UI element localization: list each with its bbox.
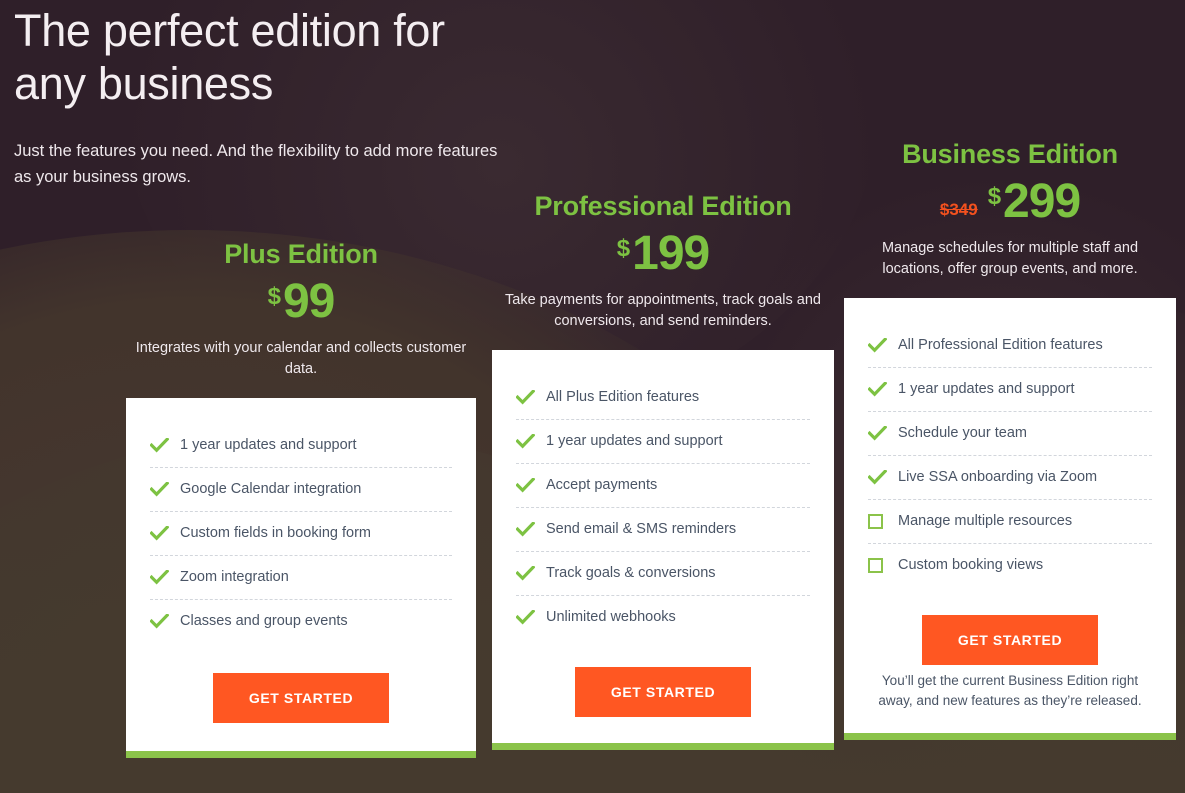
- plan-header: Plus Edition $99 Integrates with your cale…: [126, 239, 476, 380]
- feature-label: Classes and group events: [180, 613, 348, 629]
- feature-label: Track goals & conversions: [546, 565, 716, 581]
- cta-container: GET STARTED: [150, 643, 452, 751]
- feature-label: 1 year updates and support: [546, 433, 723, 449]
- feature-item: All Plus Edition features: [516, 376, 810, 420]
- feature-item: 1 year updates and support: [150, 424, 452, 468]
- check-icon: [516, 522, 546, 537]
- get-started-button[interactable]: GET STARTED: [921, 615, 1099, 665]
- currency-symbol: $: [616, 235, 631, 262]
- plan-old-price: $349: [939, 200, 978, 219]
- plan-price: $349 $299: [844, 178, 1176, 226]
- feature-item: Track goals & conversions: [516, 552, 810, 596]
- feature-item: All Professional Edition features: [868, 324, 1152, 368]
- pricing-page: The perfect edition for any business Jus…: [0, 0, 1185, 793]
- plan-card: All Plus Edition features 1 year updates …: [492, 350, 834, 750]
- plan-price: $199: [492, 230, 834, 278]
- check-icon: [150, 526, 180, 541]
- plan-price: $99: [126, 278, 476, 326]
- feature-item: Custom fields in booking form: [150, 512, 452, 556]
- feature-list: All Plus Edition features 1 year updates …: [516, 376, 810, 639]
- feature-label: 1 year updates and support: [180, 437, 357, 453]
- feature-list: All Professional Edition features 1 year …: [868, 324, 1152, 587]
- plan-price-amount: 299: [1003, 175, 1081, 228]
- feature-label: Live SSA onboarding via Zoom: [898, 469, 1098, 485]
- check-icon: [868, 382, 898, 397]
- feature-item: Accept payments: [516, 464, 810, 508]
- plan-description: Take payments for appointments, track go…: [505, 292, 821, 329]
- feature-item: Manage multiple resources: [868, 500, 1152, 544]
- get-started-button[interactable]: GET STARTED: [574, 667, 752, 717]
- cta-container: GET STARTED: [516, 639, 810, 743]
- checkbox-square: [868, 514, 883, 529]
- feature-label: Google Calendar integration: [180, 481, 362, 497]
- plan-description: Manage schedules for multiple staff and …: [881, 240, 1139, 277]
- feature-label: Schedule your team: [898, 425, 1027, 441]
- plan-description: Integrates with your calendar and collec…: [135, 340, 467, 377]
- plan-price-amount: 199: [632, 227, 710, 280]
- plan-name: Plus Edition: [224, 239, 378, 269]
- check-icon: [150, 482, 180, 497]
- feature-item: Live SSA onboarding via Zoom: [868, 456, 1152, 500]
- plan-card: 1 year updates and support Google Calenda…: [126, 398, 476, 758]
- feature-label: Zoom integration: [180, 569, 289, 585]
- feature-label: 1 year updates and support: [898, 381, 1075, 397]
- feature-label: Unlimited webhooks: [546, 609, 676, 625]
- pricing-plan-pro: Professional Edition $199 Take payments fo…: [492, 191, 834, 750]
- feature-label: Accept payments: [546, 477, 658, 493]
- pricing-plan-plus: Plus Edition $99 Integrates with your cale…: [126, 239, 476, 758]
- feature-item: Send email & SMS reminders: [516, 508, 810, 552]
- plan-name: Business Edition: [902, 139, 1118, 169]
- get-started-button[interactable]: GET STARTED: [212, 673, 390, 723]
- cta-container: GET STARTED: [868, 587, 1152, 679]
- checkbox-empty-icon: [868, 558, 898, 573]
- check-icon: [516, 566, 546, 581]
- feature-item: 1 year updates and support: [868, 368, 1152, 412]
- check-icon: [516, 610, 546, 625]
- hero-section: The perfect edition for any business Jus…: [14, 4, 514, 190]
- plan-note: You’ll get the current Business Edition …: [878, 673, 1142, 708]
- check-icon: [516, 390, 546, 405]
- feature-item: 1 year updates and support: [516, 420, 810, 464]
- check-icon: [868, 426, 898, 441]
- check-icon: [516, 478, 546, 493]
- feature-item: Zoom integration: [150, 556, 452, 600]
- check-icon: [150, 570, 180, 585]
- check-icon: [150, 438, 180, 453]
- check-icon: [868, 338, 898, 353]
- feature-item: Classes and group events: [150, 600, 452, 643]
- feature-list: 1 year updates and support Google Calenda…: [150, 424, 452, 643]
- plan-header: Professional Edition $199 Take payments fo…: [492, 191, 834, 332]
- feature-label: All Plus Edition features: [546, 389, 700, 405]
- checkbox-empty-icon: [868, 514, 898, 529]
- feature-item: Google Calendar integration: [150, 468, 452, 512]
- plan-header: Business Edition $349 $299 Manage schedules…: [844, 139, 1176, 280]
- feature-label: Custom booking views: [898, 557, 1044, 573]
- checkbox-square: [868, 558, 883, 573]
- feature-item: Schedule your team: [868, 412, 1152, 456]
- feature-label: Custom fields in booking form: [180, 525, 371, 541]
- feature-label: Manage multiple resources: [898, 513, 1073, 529]
- plan-price-amount: 99: [282, 275, 335, 328]
- check-icon: [150, 614, 180, 629]
- plan-card: All Professional Edition features 1 year …: [844, 298, 1176, 740]
- check-icon: [868, 470, 898, 485]
- plan-name: Professional Edition: [534, 191, 792, 221]
- page-subtitle: Just the features you need. And the flex…: [14, 142, 498, 186]
- page-title: The perfect edition for any business: [14, 5, 445, 109]
- currency-symbol: $: [987, 183, 1002, 210]
- pricing-plan-biz: Business Edition $349 $299 Manage schedules…: [844, 139, 1176, 740]
- check-icon: [516, 434, 546, 449]
- feature-item: Unlimited webhooks: [516, 596, 810, 639]
- feature-label: Send email & SMS reminders: [546, 521, 737, 537]
- feature-item: Custom booking views: [868, 544, 1152, 587]
- currency-symbol: $: [267, 283, 281, 310]
- feature-label: All Professional Edition features: [898, 337, 1103, 353]
